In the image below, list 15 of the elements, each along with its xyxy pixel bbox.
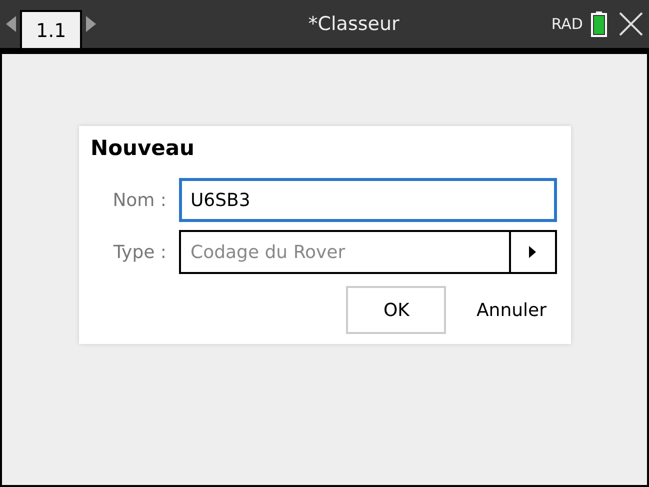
tab-left-arrow-icon[interactable]	[6, 14, 16, 34]
name-input-field[interactable]: U6SB3	[178, 178, 556, 222]
expand-arrow-icon[interactable]	[529, 246, 536, 258]
field-label: Nom :	[112, 190, 168, 210]
field-label: Type :	[112, 242, 168, 262]
dialog-title: Nouveau	[90, 136, 196, 160]
window-title: *Classeur	[307, 13, 400, 35]
close-icon[interactable]	[619, 12, 643, 36]
angle-mode: RAD	[551, 15, 583, 33]
type-dropdown[interactable]: Codage du Rover	[178, 230, 556, 274]
ok-button[interactable]: OK	[346, 286, 446, 334]
dropdown-value: Codage du Rover	[190, 242, 346, 262]
page-tab[interactable]: 1.1	[20, 10, 82, 48]
battery-icon	[591, 11, 607, 37]
tab-right-arrow-icon[interactable]	[86, 14, 96, 34]
